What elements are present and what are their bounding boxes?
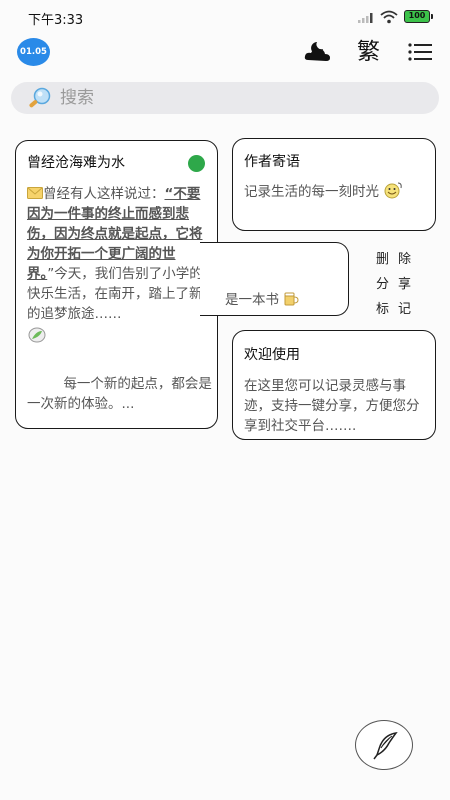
leaf-icon (28, 327, 46, 343)
note-body: 是一本书 (225, 290, 299, 310)
note-body-text: 记录生活的每一刻时光 (244, 184, 379, 200)
note-footer-text: 每一个新的起点，都会是一次新的体验。... (27, 376, 212, 412)
envelope-icon (27, 187, 43, 199)
status-dot (188, 155, 205, 172)
cup-icon (284, 292, 299, 306)
status-bar: 下午3:33 100 (0, 0, 450, 34)
search-bar[interactable]: 搜索 (11, 82, 439, 114)
note-body-prefix: 曾经有人这样说过： (43, 186, 165, 202)
note-body: 记录生活的每一刻时光 (244, 181, 429, 202)
share-action[interactable]: 分享 (376, 272, 422, 297)
search-icon (29, 87, 51, 108)
note-body-suffix: ”今天，我们告别了小学的快乐生活，在南开，踏上了新的追梦旅途…… (27, 266, 203, 322)
search-placeholder: 搜索 (60, 88, 94, 108)
wifi-icon (380, 10, 398, 24)
quill-icon (373, 731, 398, 760)
note-footer: 每一个新的起点，都会是一次新的体验。... (27, 374, 212, 414)
delete-action[interactable]: 删除 (376, 247, 422, 272)
new-note-button[interactable] (355, 720, 413, 770)
battery-icon: 100 (404, 10, 433, 23)
menu-icon[interactable] (408, 43, 432, 61)
swipe-actions: 删除 分享 标记 (376, 247, 422, 322)
mark-action[interactable]: 标记 (376, 297, 422, 322)
note-card[interactable]: 欢迎使用 在这里您可以记录灵感与事迹，支持一键分享，方便您分享到社交平台……. (232, 330, 436, 440)
note-title: 曾经沧海难为水 (27, 155, 125, 171)
note-card-swiped[interactable]: 是一本书 (200, 242, 349, 316)
status-time: 下午3:33 (28, 13, 84, 28)
weather-icon[interactable] (303, 40, 333, 64)
note-body: 在这里您可以记录灵感与事迹，支持一键分享，方便您分享到社交平台……. (244, 378, 420, 434)
note-body: 曾经有人这样说过：“不要因为一件事的终止而感到悲伤，因为终点就是起点，它将为你开… (27, 184, 212, 344)
note-card[interactable]: 曾经沧海难为水 曾经有人这样说过：“不要因为一件事的终止而感到悲伤，因为终点就是… (15, 140, 218, 429)
traditional-chinese-toggle[interactable]: 繁 (357, 38, 380, 66)
signal-icon (358, 13, 373, 23)
note-title: 作者寄语 (244, 154, 300, 170)
note-card[interactable]: 作者寄语 记录生活的每一刻时光 (232, 138, 436, 231)
note-title: 欢迎使用 (244, 347, 300, 363)
face-icon (384, 182, 402, 199)
date-badge[interactable]: 01.05 (17, 38, 50, 66)
note-body-text: 是一本书 (225, 292, 279, 308)
